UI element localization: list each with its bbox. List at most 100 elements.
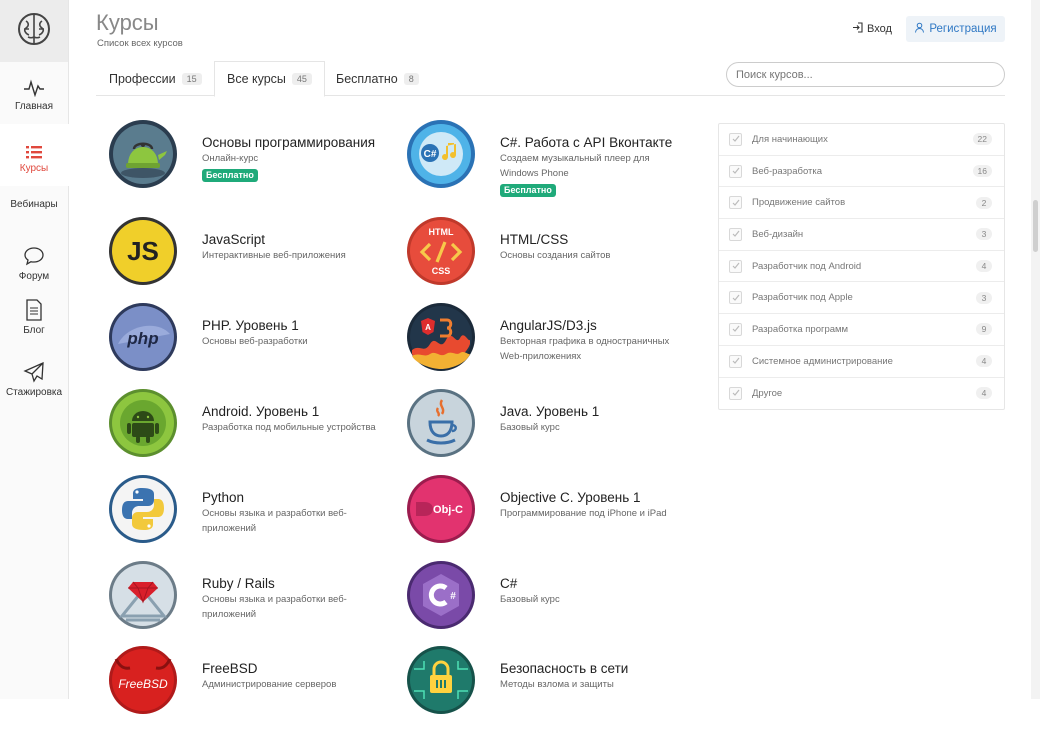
check-icon[interactable] [729,354,742,368]
course-desc-text: Онлайн-курс [202,153,259,164]
course-card[interactable]: FreeBSD FreeBSD Администрирование сервер… [108,645,398,731]
course-name: Основы программирования [202,135,376,150]
course-card[interactable]: Основы программирования Онлайн-курс Беспл… [108,119,398,205]
svg-text:A: A [425,323,431,332]
check-icon[interactable] [729,132,742,146]
filter-row[interactable]: Для начинающих 22 [719,124,1004,156]
sidebar-item-blog[interactable]: Блог [0,286,69,348]
document-icon [25,298,43,321]
check-icon[interactable] [729,259,742,273]
filter-count: 4 [976,387,992,400]
course-card[interactable]: Ruby / Rails Основы языка и разработки в… [108,560,398,646]
search-input[interactable] [726,62,1005,87]
filter-label: Разработчик под Apple [752,292,853,304]
course-name: Безопасность в сети [500,661,629,676]
filter-row[interactable]: Другое 4 [719,378,1004,410]
course-card[interactable]: Obj-C Objective C. Уровень 1 Программиро… [406,474,696,560]
kettle-icon [109,120,177,188]
filter-label: Веб-разработка [752,165,823,177]
logo-text: php [126,329,158,348]
scrollbar[interactable] [1031,0,1040,699]
filter-row[interactable]: Веб-дизайн 3 [719,219,1004,251]
filter-label: Другое [752,387,783,399]
course-card[interactable]: # C# Базовый курс [406,560,696,646]
course-desc: Базовый курс [500,594,560,605]
ruby-gem-icon [109,561,177,629]
tab-all-courses[interactable]: Все курсы 45 [214,61,325,97]
sidebar-item-label: Главная [14,100,54,112]
chat-bubble-icon [23,245,45,267]
filter-count: 2 [976,196,992,209]
angular-d3-icon: A [407,303,475,371]
course-name: JavaScript [202,232,266,247]
tab-free[interactable]: Бесплатно 8 [324,61,431,96]
check-icon[interactable] [729,291,742,305]
check-icon[interactable] [729,164,742,178]
filter-row[interactable]: Разработчик под Android 4 [719,251,1004,283]
filter-row[interactable]: Разработчик под Apple 3 [719,282,1004,315]
course-card[interactable]: Безопасность в сети Методы взлома и защи… [406,645,696,731]
course-card[interactable]: Python Основы языка и разработки веб-при… [108,474,398,560]
register-button[interactable]: Регистрация [906,16,1005,42]
course-desc: Администрирование серверов [202,679,337,690]
sidebar: Главная Курсы Вебинары Форум Блог Стажир… [0,0,69,699]
course-name: HTML/CSS [500,232,569,247]
paper-plane-icon [23,361,45,383]
python-logo-icon [109,475,177,543]
scrollbar-thumb[interactable] [1033,200,1038,252]
sidebar-item-home[interactable]: Главная [0,62,69,124]
course-name: Android. Уровень 1 [202,404,320,419]
login-icon [852,22,863,36]
check-icon[interactable] [729,196,742,210]
filter-row[interactable]: Системное администрирование 4 [719,346,1004,378]
course-card[interactable]: Android. Уровень 1 Разработка под мобиль… [108,388,398,474]
free-badge: Бесплатно [202,169,258,182]
filter-count: 22 [972,133,992,146]
check-icon[interactable] [729,227,742,241]
course-card[interactable]: A AngularJS/D3.js Векторная графика в од… [406,302,696,388]
filter-row[interactable]: Веб-разработка 16 [719,156,1004,188]
course-card[interactable]: JS JavaScript Интерактивные веб-приложен… [108,216,398,302]
logo[interactable] [0,0,68,62]
sidebar-item-label: Стажировка [5,386,63,398]
brain-icon [16,11,52,52]
page-subtitle: Список всех курсов [97,38,183,49]
filter-row[interactable]: Разработка программ 9 [719,314,1004,346]
tab-label: Все курсы [227,72,286,86]
check-icon[interactable] [729,386,742,400]
sidebar-item-forum[interactable]: Форум [0,222,69,286]
objc-apple-icon: Obj-C [407,475,475,543]
java-cup-icon [407,389,475,457]
login-link[interactable]: Вход [852,22,892,36]
user-icon [914,22,925,36]
filter-label: Разработка программ [752,323,849,335]
html-css-icon: HTML CSS [407,217,475,285]
course-card[interactable]: C# C#. Работа с API Вконтакте Создаем му… [406,119,696,205]
svg-text:#: # [450,591,456,602]
tab-label: Профессии [109,71,176,86]
filter-count: 4 [976,260,992,273]
course-card[interactable]: HTML CSS HTML/CSS Основы создания сайтов [406,216,696,302]
course-name: C# [500,576,518,591]
course-desc: Методы взлома и защиты [500,679,614,690]
course-card[interactable]: Java. Уровень 1 Базовый курс [406,388,696,474]
course-name: Objective C. Уровень 1 [500,490,641,505]
freebsd-devil-icon: FreeBSD [109,646,177,714]
course-card[interactable]: php PHP. Уровень 1 Основы веб-разработки [108,302,398,388]
filter-label: Разработчик под Android [752,260,862,272]
sidebar-item-internship[interactable]: Стажировка [0,348,69,410]
pulse-icon [23,75,45,97]
filter-row[interactable]: Продвижение сайтов 2 [719,187,1004,220]
register-label: Регистрация [929,23,997,35]
music-note-icon: C# [407,120,475,188]
sidebar-item-webinars[interactable]: Вебинары [0,186,69,222]
check-icon[interactable] [729,322,742,336]
tab-professions[interactable]: Профессии 15 [97,61,214,96]
course-name: Python [202,490,245,505]
php-logo-icon: php [109,303,177,371]
course-desc: Разработка под мобильные устройства [202,422,376,433]
sidebar-item-courses[interactable]: Курсы [0,124,69,186]
login-label: Вход [867,23,892,35]
course-desc: Основы языка и разработки веб-приложений [202,594,347,620]
free-badge: Бесплатно [500,184,556,197]
